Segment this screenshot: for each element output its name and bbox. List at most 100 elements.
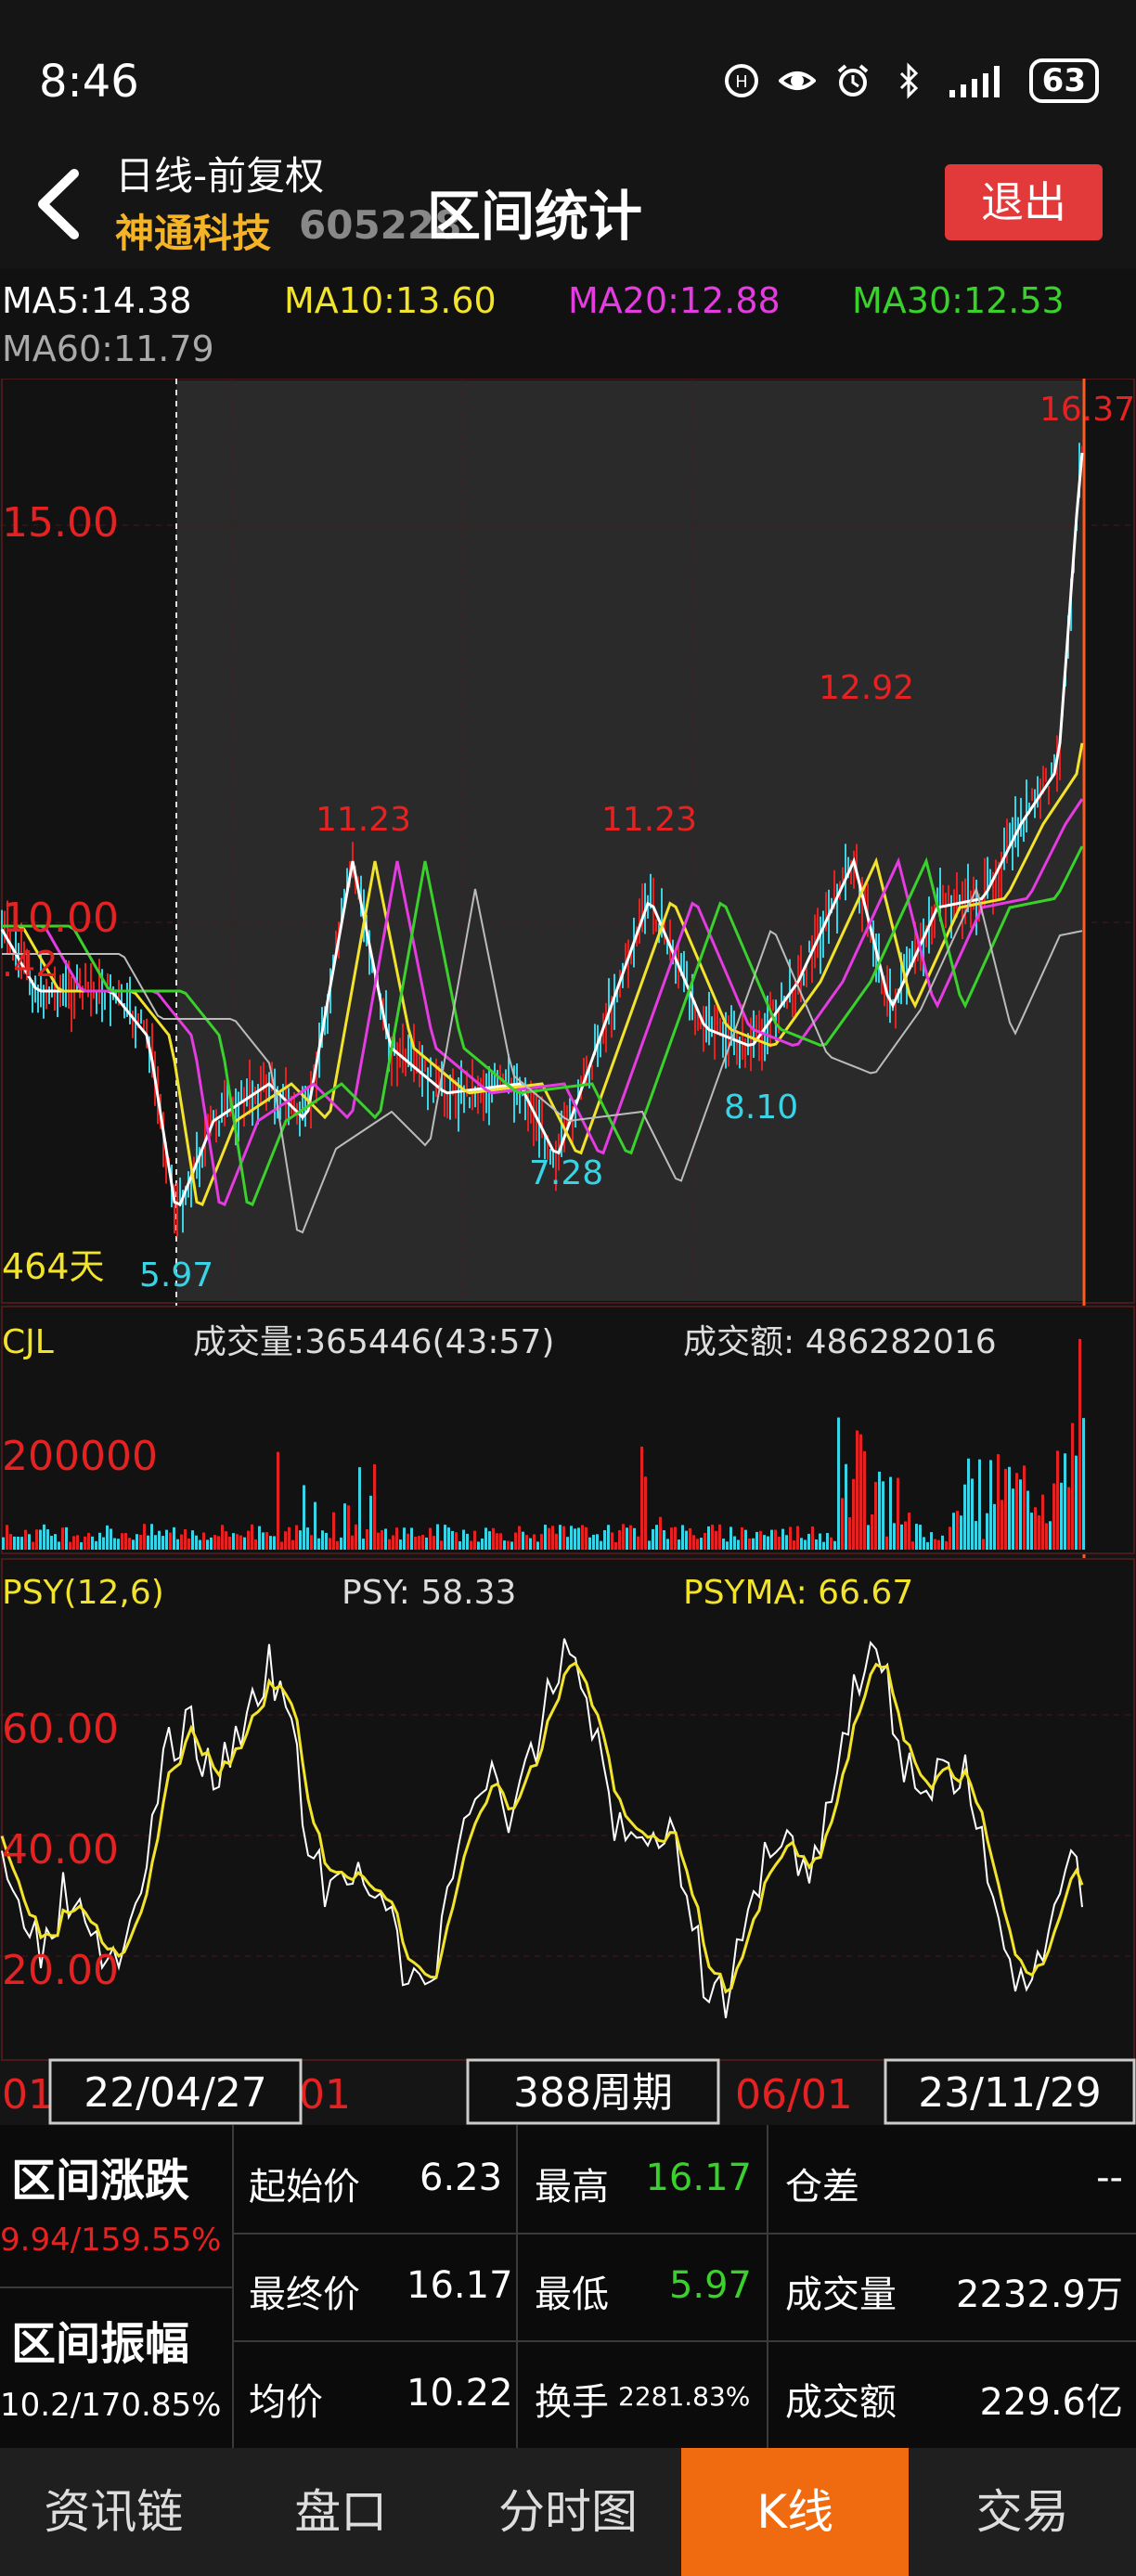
- volume-bar: [444, 1525, 446, 1550]
- ma30-label: MA30:12.53: [852, 280, 1065, 321]
- volume-bar: [269, 1536, 272, 1550]
- volume-bar: [941, 1535, 944, 1550]
- volume-bar: [65, 1526, 68, 1550]
- tab-news-chain[interactable]: 资讯链: [0, 2448, 227, 2576]
- days-label: 464天: [2, 1246, 105, 1287]
- volume-bar: [217, 1536, 220, 1550]
- kline-chart-area[interactable]: 15.00 10.00 .42 464天 16.37 11.23 11.23 1…: [0, 379, 1136, 2125]
- volume-bar: [284, 1531, 287, 1550]
- volume-bar: [652, 1528, 654, 1550]
- volume-bar: [206, 1539, 209, 1550]
- volume-bar: [1071, 1423, 1074, 1550]
- period-label[interactable]: 日线-前复权: [115, 145, 324, 201]
- volume-bar: [299, 1530, 302, 1550]
- volume-bar: [778, 1536, 781, 1550]
- volume-bar: [470, 1540, 472, 1550]
- volume-bar: [403, 1527, 406, 1550]
- volume-bar: [945, 1540, 948, 1550]
- tab-trade[interactable]: 交易: [909, 2448, 1136, 2576]
- volume-bar: [1015, 1473, 1018, 1550]
- volume-bar: [930, 1532, 933, 1550]
- x-label-left: 01: [2, 2071, 54, 2119]
- volume-bar: [908, 1513, 910, 1550]
- volume-bar: [258, 1526, 261, 1550]
- back-arrow-icon[interactable]: [28, 162, 93, 246]
- tab-kline[interactable]: K线: [681, 2448, 910, 2576]
- volume-bar: [46, 1529, 49, 1550]
- volume-bar: [700, 1538, 703, 1550]
- volume-bar: [277, 1451, 279, 1550]
- volume-bar: [332, 1512, 335, 1550]
- volume-bar: [232, 1533, 235, 1550]
- volume-bar: [195, 1535, 198, 1550]
- volume-bar: [187, 1538, 190, 1550]
- volume-bar: [949, 1526, 951, 1550]
- volume-bar: [659, 1516, 662, 1550]
- volume-bar: [191, 1530, 194, 1550]
- volume-bar: [1019, 1479, 1022, 1550]
- volume-bar: [611, 1532, 613, 1550]
- volume-bar: [124, 1532, 127, 1550]
- psyma-value: PSYMA: 66.67: [683, 1574, 913, 1612]
- volume-bar: [934, 1539, 936, 1550]
- volume-bar: [492, 1527, 495, 1550]
- ma20-label: MA20:12.88: [568, 280, 781, 321]
- volume-bar: [923, 1537, 925, 1550]
- volume-bar: [451, 1530, 454, 1550]
- volume-bar: [548, 1527, 550, 1550]
- volume-value: 成交量:365446(43:57): [193, 1323, 554, 1361]
- volume-bar: [796, 1526, 799, 1550]
- volume-bar: [663, 1530, 665, 1550]
- volume-bar: [882, 1481, 884, 1550]
- volume-bar: [863, 1450, 866, 1550]
- volume-bar: [1000, 1500, 1003, 1550]
- volume-bar: [978, 1459, 981, 1550]
- volume-total-value: 2232.9万: [956, 2273, 1123, 2316]
- volume-bar: [447, 1527, 450, 1550]
- volume-bar: [975, 1521, 977, 1550]
- peak-annotation-2: 11.23: [601, 801, 697, 839]
- volume-bar: [856, 1430, 858, 1550]
- volume-bar: [626, 1527, 628, 1550]
- end-price-value: 16.17: [407, 2264, 513, 2307]
- volume-bar: [637, 1536, 639, 1550]
- low-annotation-1: 5.97: [139, 1256, 213, 1294]
- volume-bar: [384, 1528, 387, 1550]
- psy-label-40: 40.00: [2, 1826, 119, 1874]
- volume-bar: [113, 1538, 116, 1550]
- volume-bar: [254, 1539, 257, 1550]
- volume-bar: [143, 1524, 146, 1550]
- volume-bar: [689, 1527, 691, 1550]
- volume-bar: [897, 1477, 899, 1550]
- battery-icon: 63: [1028, 58, 1099, 103]
- volume-bar: [407, 1533, 409, 1550]
- volume-bar: [20, 1537, 23, 1550]
- volume-bar: [336, 1540, 339, 1550]
- period-count: 388周期: [513, 2069, 673, 2117]
- x-label-mid: 01: [299, 2071, 351, 2119]
- volume-bar: [559, 1525, 562, 1550]
- volume-bar: [674, 1526, 677, 1550]
- volume-bar: [859, 1434, 862, 1550]
- volume-bar: [763, 1535, 766, 1550]
- ma60-label: MA60:11.79: [2, 328, 214, 369]
- volume-bar: [518, 1526, 521, 1550]
- volume-bar: [314, 1501, 316, 1550]
- peak-annotation-1: 11.23: [316, 801, 411, 839]
- volume-bar: [176, 1539, 179, 1550]
- volume-bar: [1045, 1523, 1048, 1550]
- volume-bar: [199, 1539, 201, 1550]
- tab-intraday[interactable]: 分时图: [455, 2448, 682, 2576]
- volume-bar: [43, 1524, 45, 1550]
- volume-bar: [2, 1537, 5, 1550]
- volume-bar: [39, 1529, 42, 1550]
- volume-bar: [867, 1525, 870, 1550]
- exit-button[interactable]: 退出: [945, 164, 1103, 240]
- ma10-label: MA10:13.60: [284, 280, 497, 321]
- volume-bar: [726, 1541, 729, 1550]
- avg-price-value: 10.22: [407, 2372, 513, 2415]
- volume-bar: [432, 1536, 435, 1550]
- range-change-value: 9.94/159.55%: [0, 2222, 222, 2259]
- tab-order-book[interactable]: 盘口: [227, 2448, 455, 2576]
- volume-bar: [95, 1540, 97, 1550]
